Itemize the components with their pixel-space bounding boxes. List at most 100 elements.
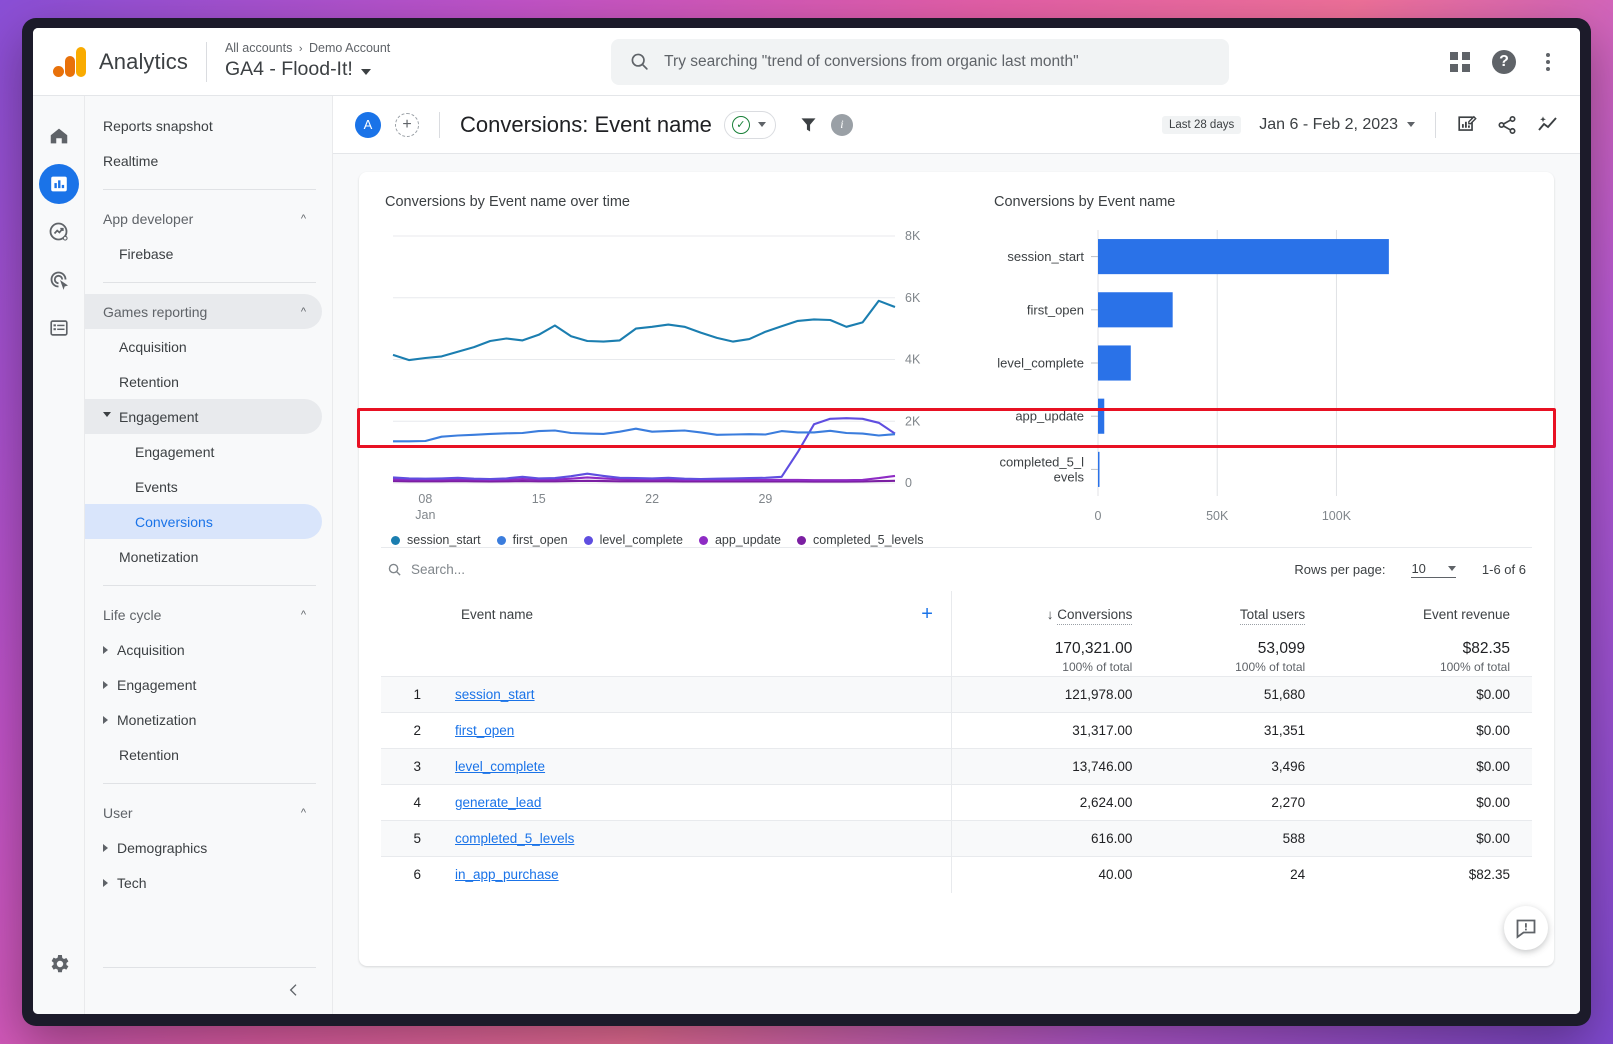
feedback-button[interactable]: [1504, 906, 1548, 950]
row-event-name[interactable]: session_start: [437, 677, 951, 713]
sidebar-item-reports-snapshot[interactable]: Reports snapshot: [85, 108, 322, 143]
legend-label: app_update: [715, 533, 781, 547]
date-range-selector[interactable]: Jan 6 - Feb 2, 2023: [1259, 116, 1415, 134]
sidebar-section-user[interactable]: User ^: [85, 795, 322, 830]
rows-per-page-label: Rows per page:: [1294, 562, 1385, 577]
rail-item-reports[interactable]: [39, 164, 79, 204]
row-event-name[interactable]: generate_lead: [437, 785, 951, 821]
table-row[interactable]: 6in_app_purchase40.0024$82.35: [381, 857, 1532, 893]
sidebar-item-monetization-games[interactable]: Monetization: [85, 539, 322, 574]
legend-item[interactable]: app_update: [699, 533, 781, 547]
event-name-link[interactable]: first_open: [455, 723, 514, 738]
event-name-link[interactable]: session_start: [455, 687, 535, 702]
legend-item[interactable]: session_start: [391, 533, 481, 547]
row-event-name[interactable]: level_complete: [437, 749, 951, 785]
row-event-revenue: $0.00: [1327, 821, 1532, 857]
avatar[interactable]: A: [355, 112, 381, 138]
chevron-up-icon: ^: [301, 609, 306, 621]
sidebar-item-events[interactable]: Events: [85, 469, 322, 504]
sidebar-item-firebase[interactable]: Firebase: [85, 236, 322, 271]
sidebar-item-engagement-lifecycle[interactable]: Engagement: [85, 667, 322, 702]
bar-chart[interactable]: 050K100Ksession_startfirst_openlevel_com…: [994, 220, 1424, 540]
breadcrumb-demo-account[interactable]: Demo Account: [309, 41, 390, 55]
rail-item-explore[interactable]: [39, 212, 79, 252]
summary-conversions-pct: 100% of total: [952, 660, 1132, 674]
add-dimension-icon[interactable]: +: [921, 603, 933, 626]
property-name[interactable]: GA4 - Flood-It!: [225, 57, 390, 82]
sidebar-section-life-cycle[interactable]: Life cycle ^: [85, 597, 322, 632]
event-name-link[interactable]: completed_5_levels: [455, 831, 574, 846]
table-row[interactable]: 5completed_5_levels616.00588$0.00: [381, 821, 1532, 857]
help-icon[interactable]: ?: [1492, 50, 1516, 74]
sidebar-item-retention-lifecycle[interactable]: Retention: [85, 737, 322, 772]
th-event-revenue[interactable]: Event revenue: [1327, 591, 1532, 636]
rail-item-advertising[interactable]: [39, 260, 79, 300]
home-icon: [48, 125, 70, 147]
th-total-users[interactable]: Total users: [1154, 591, 1327, 636]
apps-grid-icon[interactable]: [1450, 52, 1470, 72]
chevron-left-icon: [286, 982, 302, 998]
event-name-link[interactable]: generate_lead: [455, 795, 541, 810]
table-row[interactable]: 4generate_lead2,624.002,270$0.00: [381, 785, 1532, 821]
svg-text:session_start: session_start: [1007, 249, 1084, 264]
sidebar-item-realtime[interactable]: Realtime: [85, 143, 322, 178]
legend-item[interactable]: first_open: [497, 533, 568, 547]
icon-rail: [33, 96, 85, 1014]
sidebar-item-label: Acquisition: [117, 642, 185, 658]
line-chart[interactable]: 02K4K6K8K08152229Jan: [385, 220, 955, 525]
row-event-name[interactable]: in_app_purchase: [437, 857, 951, 893]
row-event-name[interactable]: completed_5_levels: [437, 821, 951, 857]
search-placeholder-text: Try searching "trend of conversions from…: [664, 53, 1078, 71]
sidebar-section-label: Games reporting: [103, 304, 207, 320]
sidebar-item-demographics[interactable]: Demographics: [85, 830, 322, 865]
legend-color-dot: [391, 536, 400, 545]
sidebar-item-retention-games[interactable]: Retention: [85, 364, 322, 399]
th-conversions[interactable]: ↓ Conversions: [951, 591, 1154, 636]
sidebar-collapse-button[interactable]: [85, 968, 332, 998]
table-search-input[interactable]: Search...: [387, 562, 465, 577]
table-row[interactable]: 1session_start121,978.0051,680$0.00: [381, 677, 1532, 713]
edit-report-button[interactable]: [1456, 114, 1478, 136]
share-button[interactable]: [1496, 114, 1518, 136]
table-row[interactable]: 2first_open31,317.0031,351$0.00: [381, 713, 1532, 749]
sidebar-item-engagement-sub[interactable]: Engagement: [85, 434, 322, 469]
sidebar-item-tech[interactable]: Tech: [85, 865, 322, 900]
account-selector[interactable]: All accounts › Demo Account GA4 - Flood-…: [225, 41, 390, 82]
svg-text:50K: 50K: [1206, 509, 1229, 523]
table-body: 1session_start121,978.0051,680$0.002firs…: [381, 677, 1532, 893]
rows-per-page-select[interactable]: 10: [1411, 561, 1455, 578]
sidebar-item-conversions[interactable]: Conversions: [85, 504, 322, 539]
legend-item[interactable]: completed_5_levels: [797, 533, 924, 547]
breadcrumb-all-accounts[interactable]: All accounts: [225, 41, 292, 55]
conversion-status-chip[interactable]: ✓: [724, 111, 776, 139]
plus-icon: +: [402, 116, 411, 134]
sidebar-item-monetization-lifecycle[interactable]: Monetization: [85, 702, 322, 737]
sidebar-item-acquisition-lifecycle[interactable]: Acquisition: [85, 632, 322, 667]
th-event-name[interactable]: Event name +: [381, 591, 951, 636]
add-comparison-button[interactable]: +: [395, 113, 419, 137]
sidebar-section-app-developer[interactable]: App developer ^: [85, 201, 322, 236]
insights-button[interactable]: [1536, 113, 1560, 137]
row-event-name[interactable]: first_open: [437, 713, 951, 749]
sidebar-group-engagement[interactable]: Engagement: [85, 399, 322, 434]
event-name-link[interactable]: level_complete: [455, 759, 545, 774]
svg-text:8K: 8K: [905, 229, 921, 243]
info-icon[interactable]: i: [831, 114, 853, 136]
summary-total-users: 53,099 100% of total: [1154, 636, 1327, 677]
filter-button[interactable]: [798, 114, 819, 135]
event-name-link[interactable]: in_app_purchase: [455, 867, 559, 882]
table-row[interactable]: 3level_complete13,746.003,496$0.00: [381, 749, 1532, 785]
more-vert-icon[interactable]: [1538, 53, 1558, 71]
legend-color-dot: [797, 536, 806, 545]
svg-text:22: 22: [645, 492, 659, 506]
sidebar-nav: Reports snapshot Realtime App developer …: [85, 96, 333, 1014]
sidebar-section-games-reporting[interactable]: Games reporting ^: [85, 294, 322, 329]
row-total-users: 31,351: [1154, 713, 1327, 749]
rail-item-configure[interactable]: [39, 308, 79, 348]
sidebar-item-label: Monetization: [117, 712, 196, 728]
search-input[interactable]: Try searching "trend of conversions from…: [611, 39, 1229, 85]
sidebar-item-acquisition-games[interactable]: Acquisition: [85, 329, 322, 364]
legend-item[interactable]: level_complete: [584, 533, 683, 547]
rail-item-admin[interactable]: [39, 944, 79, 984]
rail-item-home[interactable]: [39, 116, 79, 156]
